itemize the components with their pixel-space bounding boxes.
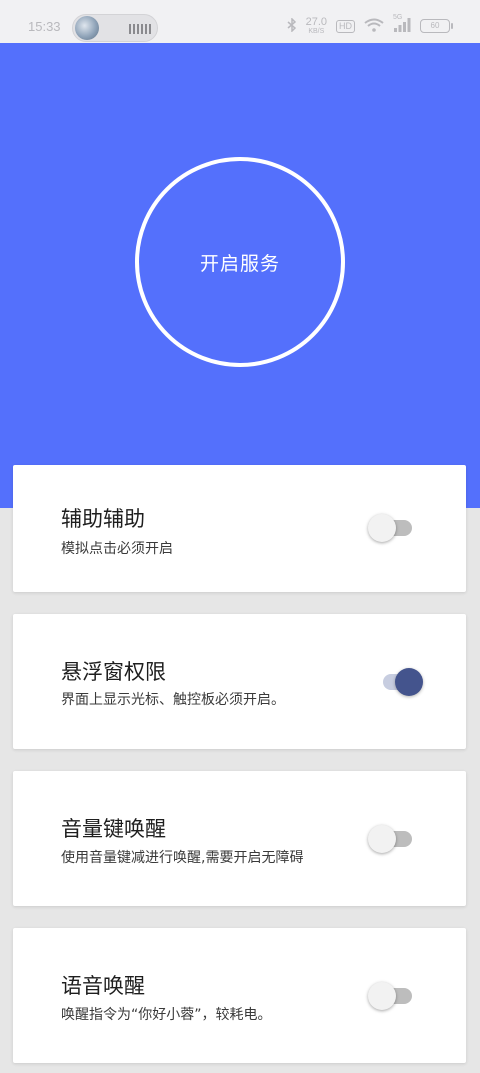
setting-title: 辅助辅助 [61,507,145,531]
toggle-thumb [368,982,396,1010]
signal-label: 5G [393,14,403,21]
setting-card-volume-wake: 音量键唤醒 使用音量键减进行唤醒,需要开启无障碍 [13,771,466,906]
setting-card-floating-window: 悬浮窗权限 界面上显示光标、触控板必须开启。 [13,614,466,749]
toggle-thumb [395,668,423,696]
setting-description: 唤醒指令为“你好小蓉”，较耗电。 [61,1007,272,1023]
wifi-icon [364,18,384,34]
network-speed-unit: KB/S [308,28,325,35]
setting-card-accessibility: 辅助辅助 模拟点击必须开启 [13,465,466,592]
volume-wake-toggle[interactable] [368,825,416,853]
toggle-thumb [368,514,396,542]
media-avatar-icon [75,16,99,40]
setting-description: 使用音量键减进行唤醒,需要开启无障碍 [61,850,304,866]
floating-window-toggle[interactable] [375,668,423,696]
setting-title: 音量键唤醒 [61,817,166,841]
voice-wake-toggle[interactable] [368,982,416,1010]
network-speed-value: 27.0 [305,16,327,28]
setting-title: 语音唤醒 [61,974,145,998]
bluetooth-icon [287,17,297,34]
cellular-signal-icon: 5G [393,14,411,34]
setting-description: 界面上显示光标、触控板必须开启。 [61,692,285,708]
media-pill[interactable] [72,14,158,42]
setting-description: 模拟点击必须开启 [61,541,173,557]
start-service-button[interactable]: 开启服务 [135,157,345,367]
hd-icon: HD [336,19,355,33]
status-time: 15:33 [28,19,61,34]
setting-card-voice-wake: 语音唤醒 唤醒指令为“你好小蓉”，较耗电。 [13,928,466,1063]
accessibility-toggle[interactable] [368,514,416,542]
audio-bars-icon [129,24,151,34]
toggle-thumb [368,825,396,853]
network-speed: 27.0 KB/S [305,16,327,36]
hero-panel: 开启服务 [0,43,480,508]
setting-title: 悬浮窗权限 [61,660,166,684]
start-service-label: 开启服务 [199,252,280,275]
status-icons: 27.0 KB/S HD 5G 60 [287,14,453,36]
battery-icon: 60 [420,19,453,33]
status-bar: 15:33 27.0 KB/S HD 5G 60 [0,0,480,43]
